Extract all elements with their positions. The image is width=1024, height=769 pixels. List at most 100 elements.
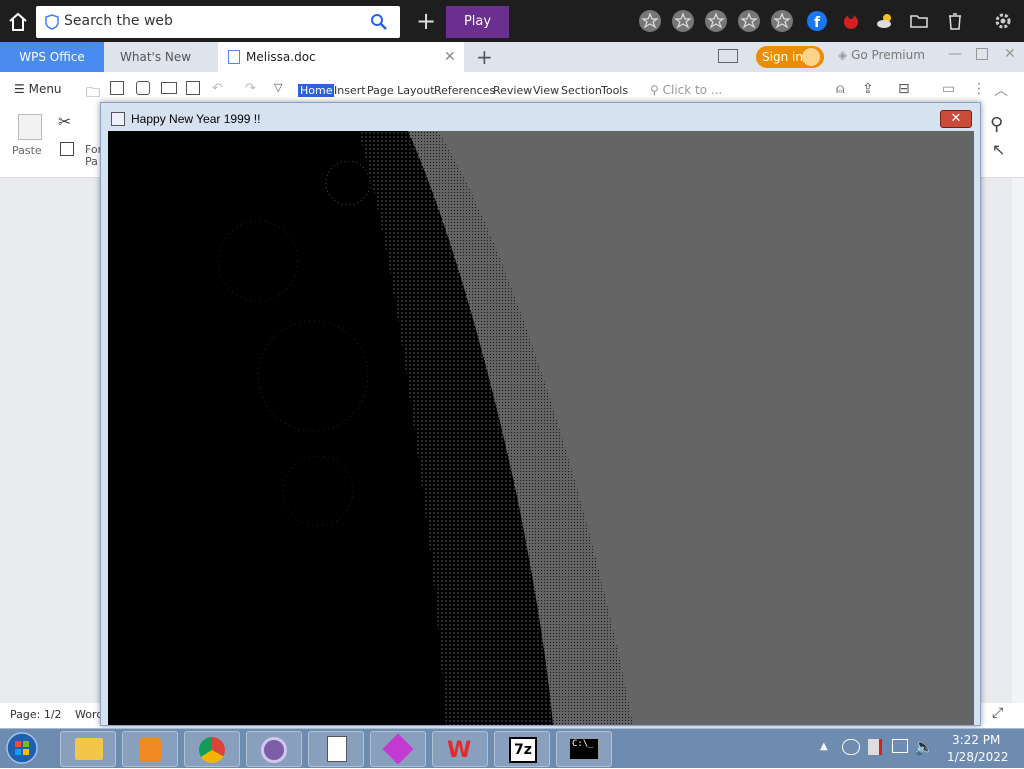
taskbar-wps[interactable]: W	[432, 731, 488, 767]
tab-references[interactable]: References	[434, 84, 495, 97]
media-player-icon	[139, 738, 161, 762]
star-icon[interactable]	[705, 10, 727, 32]
copy-icon[interactable]	[60, 142, 74, 156]
print-icon[interactable]	[161, 82, 177, 94]
gear-icon[interactable]	[992, 10, 1014, 32]
find-icon[interactable]: ⚲	[990, 114, 1003, 135]
7zip-icon: 7z	[509, 737, 537, 763]
volume-icon[interactable]: 🔈	[914, 737, 934, 756]
page-indicator: Page: 1/2	[10, 708, 62, 721]
more-icon[interactable]: ⋮	[972, 81, 986, 97]
network-icon[interactable]	[892, 739, 908, 753]
home-icon[interactable]	[6, 10, 30, 34]
minimize-icon[interactable]: —	[948, 46, 962, 62]
premium-label: Go Premium	[851, 48, 925, 62]
folder-icon[interactable]	[908, 10, 930, 32]
star-icon[interactable]	[738, 10, 760, 32]
close-tab-icon[interactable]: ✕	[444, 42, 456, 72]
clock-date[interactable]: 1/28/2022	[947, 750, 1009, 764]
collapse-ribbon-icon[interactable]: ︿	[994, 80, 1008, 100]
taskbar-colorful-app[interactable]	[370, 731, 426, 767]
popup-animation-canvas	[108, 131, 974, 725]
share-icon[interactable]: ⇪	[862, 81, 874, 97]
tab-melissa-doc[interactable]: Melissa.doc ✕	[218, 42, 464, 72]
browser-toolbar: Search the web + Play f	[0, 0, 1024, 42]
doc-icon	[228, 50, 240, 64]
menu-button[interactable]: ☰ Menu	[14, 82, 62, 96]
cut-icon[interactable]: ✂	[58, 112, 71, 131]
window-icon	[111, 112, 125, 126]
tab-wps-office[interactable]: WPS Office	[0, 42, 104, 72]
trash-icon[interactable]	[944, 10, 966, 32]
comment-icon[interactable]: ▭	[942, 81, 955, 97]
weather-icon[interactable]	[874, 10, 896, 32]
tab-insert[interactable]: Insert	[334, 84, 366, 97]
popup-title: Happy New Year 1999 !!	[131, 112, 261, 126]
star-icon[interactable]	[672, 10, 694, 32]
format-painter-label[interactable]: For Pa	[85, 144, 102, 168]
network-cloud-icon[interactable]	[842, 739, 860, 755]
flag-warning-icon[interactable]	[868, 739, 882, 755]
avatar	[802, 48, 820, 66]
taskbar-explorer[interactable]	[60, 731, 116, 767]
ladybug-icon[interactable]	[840, 10, 862, 32]
tab-page-layout[interactable]: Page Layout	[367, 84, 435, 97]
tab-tools[interactable]: Tools	[601, 84, 628, 97]
star-icon[interactable]	[771, 10, 793, 32]
taskbar-7zip[interactable]: 7z	[494, 731, 550, 767]
command-search-placeholder: Click to ...	[662, 83, 723, 97]
search-icon: ⚲	[650, 83, 659, 97]
paste-icon[interactable]	[18, 114, 42, 140]
select-cursor-icon[interactable]: ↖	[992, 140, 1005, 159]
tab-doc-label: Melissa.doc	[246, 50, 316, 64]
status-bar: Page: 1/2 Word	[10, 708, 103, 721]
menu-label: Menu	[28, 82, 62, 96]
tab-review[interactable]: Review	[493, 84, 532, 97]
diamond-icon	[382, 733, 414, 765]
console-icon: C:\_	[569, 738, 599, 760]
new-tab-icon[interactable]: +	[476, 45, 493, 69]
undo-icon[interactable]: ↶	[212, 81, 223, 96]
save-icon[interactable]	[110, 81, 124, 95]
show-hidden-icons[interactable]: ▲	[820, 741, 828, 752]
chrome-icon	[199, 737, 225, 763]
customize-dropdown-icon[interactable]: ▽	[274, 81, 282, 94]
popup-close-button[interactable]: ✕	[940, 110, 972, 128]
window-layout-icon[interactable]	[718, 49, 738, 63]
taskbar-cmd[interactable]: C:\_	[556, 731, 612, 767]
web-search-input[interactable]: Search the web	[36, 6, 400, 38]
tab-section[interactable]: Section	[561, 84, 602, 97]
tab-whats-new[interactable]: What's New	[104, 42, 216, 72]
close-window-icon[interactable]: ✕	[1004, 46, 1016, 62]
taskbar-app-circle[interactable]	[246, 731, 302, 767]
play-button[interactable]: Play	[446, 6, 509, 38]
facebook-icon[interactable]: f	[806, 10, 828, 32]
go-premium-link[interactable]: ◈ Go Premium	[838, 48, 925, 62]
popup-window: Happy New Year 1999 !! ✕	[100, 102, 981, 726]
fullscreen-icon[interactable]: ⤢	[992, 705, 1003, 721]
paste-label[interactable]: Paste	[12, 144, 42, 157]
popup-titlebar[interactable]: Happy New Year 1999 !!	[107, 109, 972, 131]
premium-icon: ◈	[838, 48, 848, 62]
maximize-icon[interactable]	[976, 48, 988, 60]
vertical-scrollbar[interactable]	[1012, 178, 1024, 703]
redo-icon[interactable]: ↷	[245, 81, 256, 96]
wps-icon: W	[447, 738, 472, 763]
taskbar-document[interactable]	[308, 731, 364, 767]
open-folder-icon[interactable]: 🗀	[86, 82, 100, 106]
export-icon[interactable]	[136, 81, 150, 95]
tab-home[interactable]: Home	[298, 84, 335, 97]
add-icon[interactable]: +	[412, 6, 440, 38]
share-user-icon[interactable]: ⍝	[836, 81, 844, 97]
taskbar-media-player[interactable]	[122, 731, 178, 767]
search-icon[interactable]	[370, 13, 388, 31]
print-preview-icon[interactable]	[186, 81, 200, 95]
start-button[interactable]	[4, 730, 44, 768]
svg-text:f: f	[814, 15, 821, 31]
app-icon[interactable]: ⊟	[898, 81, 910, 97]
clock-time[interactable]: 3:22 PM	[952, 733, 1000, 747]
tab-view[interactable]: View	[533, 84, 559, 97]
star-icon[interactable]	[639, 10, 661, 32]
command-search[interactable]: ⚲ Click to ...	[650, 83, 722, 97]
taskbar-chrome[interactable]	[184, 731, 240, 767]
